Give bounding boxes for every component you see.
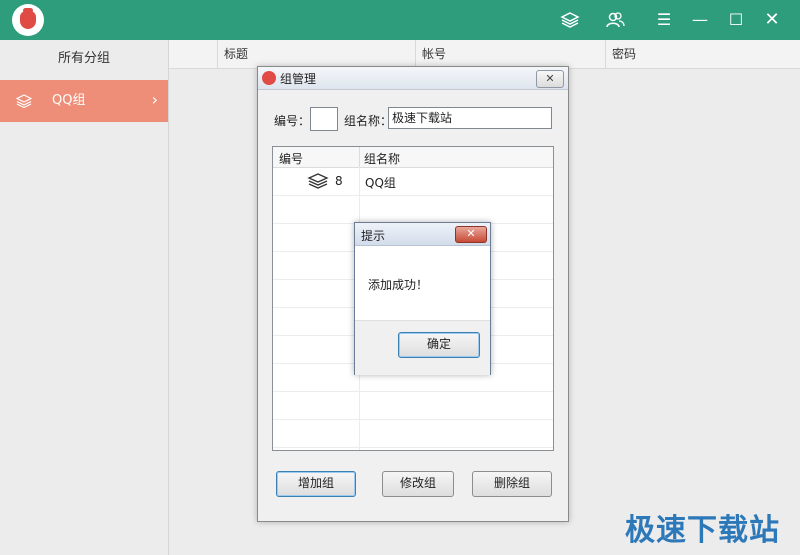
dialog-title: 组管理 <box>280 72 317 86</box>
message-box-title: 提示 <box>361 229 386 243</box>
sidebar-title: 所有分组 <box>57 51 110 66</box>
layers-icon <box>307 173 329 191</box>
edit-group-button[interactable]: 修改组 <box>382 471 454 497</box>
table-row <box>273 196 553 224</box>
message-text: 添加成功！ <box>368 278 429 292</box>
ok-button[interactable]: 确定 <box>398 332 480 358</box>
sidebar-item-qq-group[interactable]: QQ组 › <box>0 80 168 122</box>
column-header-account[interactable]: 帐号 <box>415 40 604 68</box>
message-box-footer: 确定 <box>355 320 490 375</box>
menu-icon[interactable]: ☰ <box>652 8 676 32</box>
table-row[interactable]: 8 QQ组 <box>273 168 553 196</box>
main-table-header: 标题 帐号 密码 <box>169 40 800 69</box>
title-bar: ☰ — ☐ ✕ <box>0 0 800 40</box>
column-header-password[interactable]: 密码 <box>605 40 800 68</box>
row-id: 8 <box>335 174 343 188</box>
row-name: QQ组 <box>365 176 396 190</box>
close-icon[interactable]: ✕ <box>760 8 784 32</box>
message-box-title-bar: 提示 ✕ <box>355 223 490 246</box>
delete-group-button[interactable]: 删除组 <box>472 471 552 497</box>
add-group-button[interactable]: 增加组 <box>276 471 356 497</box>
dialog-title-bar: 组管理 ✕ <box>258 67 568 90</box>
table-row <box>273 392 553 420</box>
grid-header-name[interactable]: 组名称 <box>364 150 400 167</box>
id-label: 编号： <box>274 114 311 128</box>
table-row <box>273 420 553 448</box>
sidebar-item-label: QQ组 <box>52 93 86 108</box>
column-header-title[interactable]: 标题 <box>217 40 414 68</box>
group-name-label: 组名称： <box>344 114 393 128</box>
minimize-icon[interactable]: — <box>688 8 712 32</box>
watermark: 极速下载站 <box>625 513 780 548</box>
grid-header: 编号 组名称 <box>273 147 553 168</box>
app-icon <box>262 71 276 85</box>
id-field[interactable] <box>310 107 338 131</box>
layers-icon[interactable] <box>558 8 582 32</box>
message-box: 提示 ✕ 添加成功！ 确定 <box>354 222 491 375</box>
dialog-close-button[interactable]: ✕ <box>536 70 564 88</box>
users-icon[interactable] <box>603 8 627 32</box>
layers-icon <box>15 93 33 109</box>
app-logo <box>12 4 44 36</box>
chevron-right-icon: › <box>151 90 158 109</box>
group-name-field[interactable]: 极速下载站 <box>388 107 552 129</box>
grid-header-id[interactable]: 编号 <box>279 150 303 167</box>
sidebar: 所有分组 QQ组 › <box>0 40 169 555</box>
message-box-close-button[interactable]: ✕ <box>455 226 487 243</box>
maximize-icon[interactable]: ☐ <box>724 8 748 32</box>
